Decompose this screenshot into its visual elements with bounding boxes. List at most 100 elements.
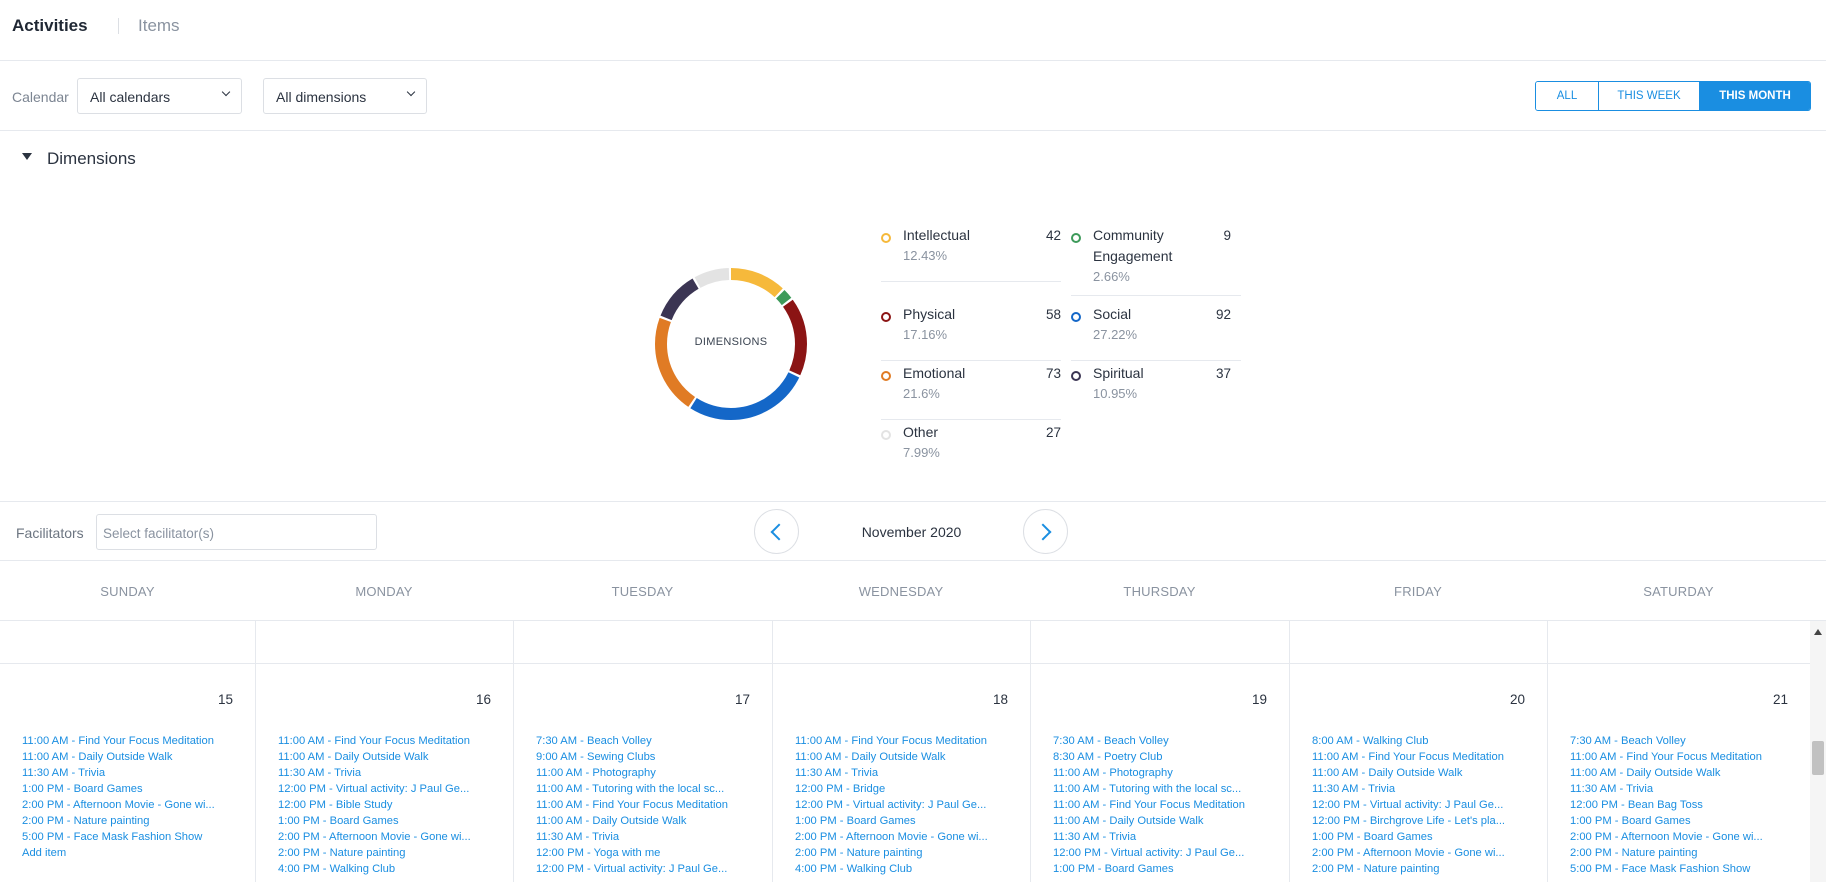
event-link[interactable]: 2:00 PM - Nature painting (795, 845, 1013, 861)
day-cell[interactable] (1031, 621, 1290, 663)
event-link[interactable]: 2:00 PM - Nature painting (278, 845, 496, 861)
calendar-scrollbar[interactable] (1810, 621, 1826, 882)
event-link[interactable]: 5:00 PM - Face Mask Fashion Show (1570, 861, 1792, 877)
day-cell[interactable] (1290, 621, 1548, 663)
event-link[interactable]: 1:00 PM - Board Games (1570, 813, 1792, 829)
event-link[interactable]: 11:00 AM - Daily Outside Walk (1570, 765, 1792, 781)
add-item-link[interactable]: Add item (22, 845, 238, 861)
day-cell[interactable]: 19 7:30 AM - Beach Volley 8:30 AM - Poetry… (1031, 664, 1290, 882)
event-link[interactable]: 11:00 AM - Find Your Focus Meditation (795, 733, 1013, 749)
event-link[interactable]: 12:00 PM - Bean Bag Toss (1570, 797, 1792, 813)
tab-items[interactable]: Items (138, 16, 180, 36)
event-link[interactable]: 12:00 PM - Bridge (795, 781, 1013, 797)
day-cell[interactable]: 18 11:00 AM - Find Your Focus Meditation 1… (773, 664, 1031, 882)
scrollbar-thumb[interactable] (1812, 741, 1824, 775)
day-cell[interactable]: 21 7:30 AM - Beach Volley 11:00 AM - Find … (1548, 664, 1810, 882)
legend-item-emotional[interactable]: Emotional 21.6% 73 (881, 362, 1061, 420)
day-cell[interactable]: 17 7:30 AM - Beach Volley 9:00 AM - Sewing… (514, 664, 773, 882)
event-link[interactable]: 2:00 PM - Afternoon Movie - Gone wi... (1570, 829, 1792, 845)
event-link[interactable]: 11:00 AM - Find Your Focus Meditation (278, 733, 496, 749)
event-link[interactable]: 11:30 AM - Trivia (22, 765, 238, 781)
event-link[interactable]: 2:00 PM - Afternoon Movie - Gone wi... (1312, 845, 1530, 861)
event-link[interactable]: 11:00 AM - Find Your Focus Meditation (22, 733, 238, 749)
event-link[interactable]: 11:00 AM - Tutoring with the local sc... (536, 781, 755, 797)
event-link[interactable]: 7:30 AM - Beach Volley (1570, 733, 1792, 749)
event-link[interactable]: 4:00 PM - Walking Club (795, 861, 1013, 877)
tab-divider (118, 18, 119, 34)
event-link[interactable]: 1:00 PM - Board Games (22, 781, 238, 797)
event-link[interactable]: 2:00 PM - Nature painting (1570, 845, 1792, 861)
event-link[interactable]: 1:00 PM - Board Games (1312, 829, 1530, 845)
event-link[interactable]: 7:30 AM - Beach Volley (536, 733, 755, 749)
range-all-button[interactable]: ALL (1536, 82, 1599, 110)
event-link[interactable]: 2:00 PM - Afternoon Movie - Gone wi... (278, 829, 496, 845)
event-link[interactable]: 11:30 AM - Trivia (536, 829, 755, 845)
event-link[interactable]: 12:00 PM - Virtual activity: J Paul Ge..… (1053, 845, 1272, 861)
event-link[interactable]: 11:30 AM - Trivia (795, 765, 1013, 781)
event-link[interactable]: 11:00 AM - Daily Outside Walk (1312, 765, 1530, 781)
event-link[interactable]: 11:30 AM - Trivia (278, 765, 496, 781)
next-month-button[interactable] (1023, 509, 1068, 554)
day-cell[interactable] (1548, 621, 1810, 663)
legend-percent: 21.6% (903, 386, 940, 401)
event-link[interactable]: 8:00 AM - Walking Club (1312, 733, 1530, 749)
event-link[interactable]: 11:00 AM - Daily Outside Walk (1053, 813, 1272, 829)
day-cell[interactable]: 16 11:00 AM - Find Your Focus Meditation 1… (256, 664, 514, 882)
event-link[interactable]: 11:00 AM - Find Your Focus Meditation (1570, 749, 1792, 765)
scroll-up-arrow-icon[interactable] (1814, 629, 1822, 635)
legend-item-spiritual[interactable]: Spiritual 10.95% 37 (1071, 362, 1241, 420)
facilitators-label: Facilitators (16, 525, 84, 541)
day-cell[interactable] (0, 621, 256, 663)
event-link[interactable]: 12:00 PM - Virtual activity: J Paul Ge..… (536, 861, 755, 877)
event-link[interactable]: 1:00 PM - Board Games (278, 813, 496, 829)
event-link[interactable]: 5:00 PM - Face Mask Fashion Show (22, 829, 238, 845)
event-link[interactable]: 12:00 PM - Virtual activity: J Paul Ge..… (278, 781, 496, 797)
day-cell[interactable] (773, 621, 1031, 663)
event-link[interactable]: 11:30 AM - Trivia (1312, 781, 1530, 797)
event-link[interactable]: 9:00 AM - Sewing Clubs (536, 749, 755, 765)
day-cell[interactable] (514, 621, 773, 663)
event-link[interactable]: 11:00 AM - Find Your Focus Meditation (1312, 749, 1530, 765)
event-link[interactable]: 12:00 PM - Birchgrove Life - Let's pla..… (1312, 813, 1530, 829)
event-link[interactable]: 2:00 PM - Afternoon Movie - Gone wi... (22, 797, 238, 813)
event-link[interactable]: 1:00 PM - Board Games (1053, 861, 1272, 877)
day-cell[interactable]: 15 11:00 AM - Find Your Focus Meditation 1… (0, 664, 256, 882)
legend-item-physical[interactable]: Physical 17.16% 58 (881, 303, 1061, 361)
event-link[interactable]: 11:00 AM - Photography (536, 765, 755, 781)
event-link[interactable]: 2:00 PM - Nature painting (1312, 861, 1530, 877)
legend-item-social[interactable]: Social 27.22% 92 (1071, 303, 1241, 361)
event-list: 11:00 AM - Find Your Focus Meditation 11:… (22, 733, 238, 861)
event-link[interactable]: 12:00 PM - Virtual activity: J Paul Ge..… (795, 797, 1013, 813)
event-link[interactable]: 11:30 AM - Trivia (1053, 829, 1272, 845)
dimensions-select[interactable]: All dimensions (263, 78, 427, 114)
event-link[interactable]: 11:00 AM - Daily Outside Walk (536, 813, 755, 829)
event-link[interactable]: 8:30 AM - Poetry Club (1053, 749, 1272, 765)
event-link[interactable]: 1:00 PM - Board Games (795, 813, 1013, 829)
event-link[interactable]: 4:00 PM - Walking Club (278, 861, 496, 877)
event-link[interactable]: 11:00 AM - Daily Outside Walk (22, 749, 238, 765)
event-link[interactable]: 12:00 PM - Yoga with me (536, 845, 755, 861)
event-link[interactable]: 12:00 PM - Virtual activity: J Paul Ge..… (1312, 797, 1530, 813)
event-link[interactable]: 2:00 PM - Afternoon Movie - Gone wi... (795, 829, 1013, 845)
previous-month-button[interactable] (754, 509, 799, 554)
range-this-week-button[interactable]: THIS WEEK (1599, 82, 1700, 110)
tab-activities[interactable]: Activities (12, 16, 88, 36)
range-this-month-button[interactable]: THIS MONTH (1700, 82, 1810, 110)
event-link[interactable]: 11:00 AM - Tutoring with the local sc... (1053, 781, 1272, 797)
day-cell[interactable] (256, 621, 514, 663)
facilitators-select[interactable]: Select facilitator(s) (96, 514, 377, 550)
event-link[interactable]: 11:00 AM - Photography (1053, 765, 1272, 781)
event-link[interactable]: 7:30 AM - Beach Volley (1053, 733, 1272, 749)
event-link[interactable]: 11:00 AM - Daily Outside Walk (795, 749, 1013, 765)
event-link[interactable]: 2:00 PM - Nature painting (22, 813, 238, 829)
event-link[interactable]: 11:30 AM - Trivia (1570, 781, 1792, 797)
event-link[interactable]: 11:00 AM - Find Your Focus Meditation (1053, 797, 1272, 813)
event-link[interactable]: 11:00 AM - Daily Outside Walk (278, 749, 496, 765)
event-link[interactable]: 11:00 AM - Find Your Focus Meditation (536, 797, 755, 813)
day-cell[interactable]: 20 8:00 AM - Walking Club 11:00 AM - Find … (1290, 664, 1548, 882)
event-link[interactable]: 12:00 PM - Bible Study (278, 797, 496, 813)
legend-item-community-engagement[interactable]: Community Engagement 2.66% 9 (1071, 224, 1241, 296)
legend-item-intellectual[interactable]: Intellectual 12.43% 42 (881, 224, 1061, 282)
calendar-select[interactable]: All calendars (77, 78, 242, 114)
legend-item-other[interactable]: Other 7.99% 27 (881, 421, 1061, 479)
